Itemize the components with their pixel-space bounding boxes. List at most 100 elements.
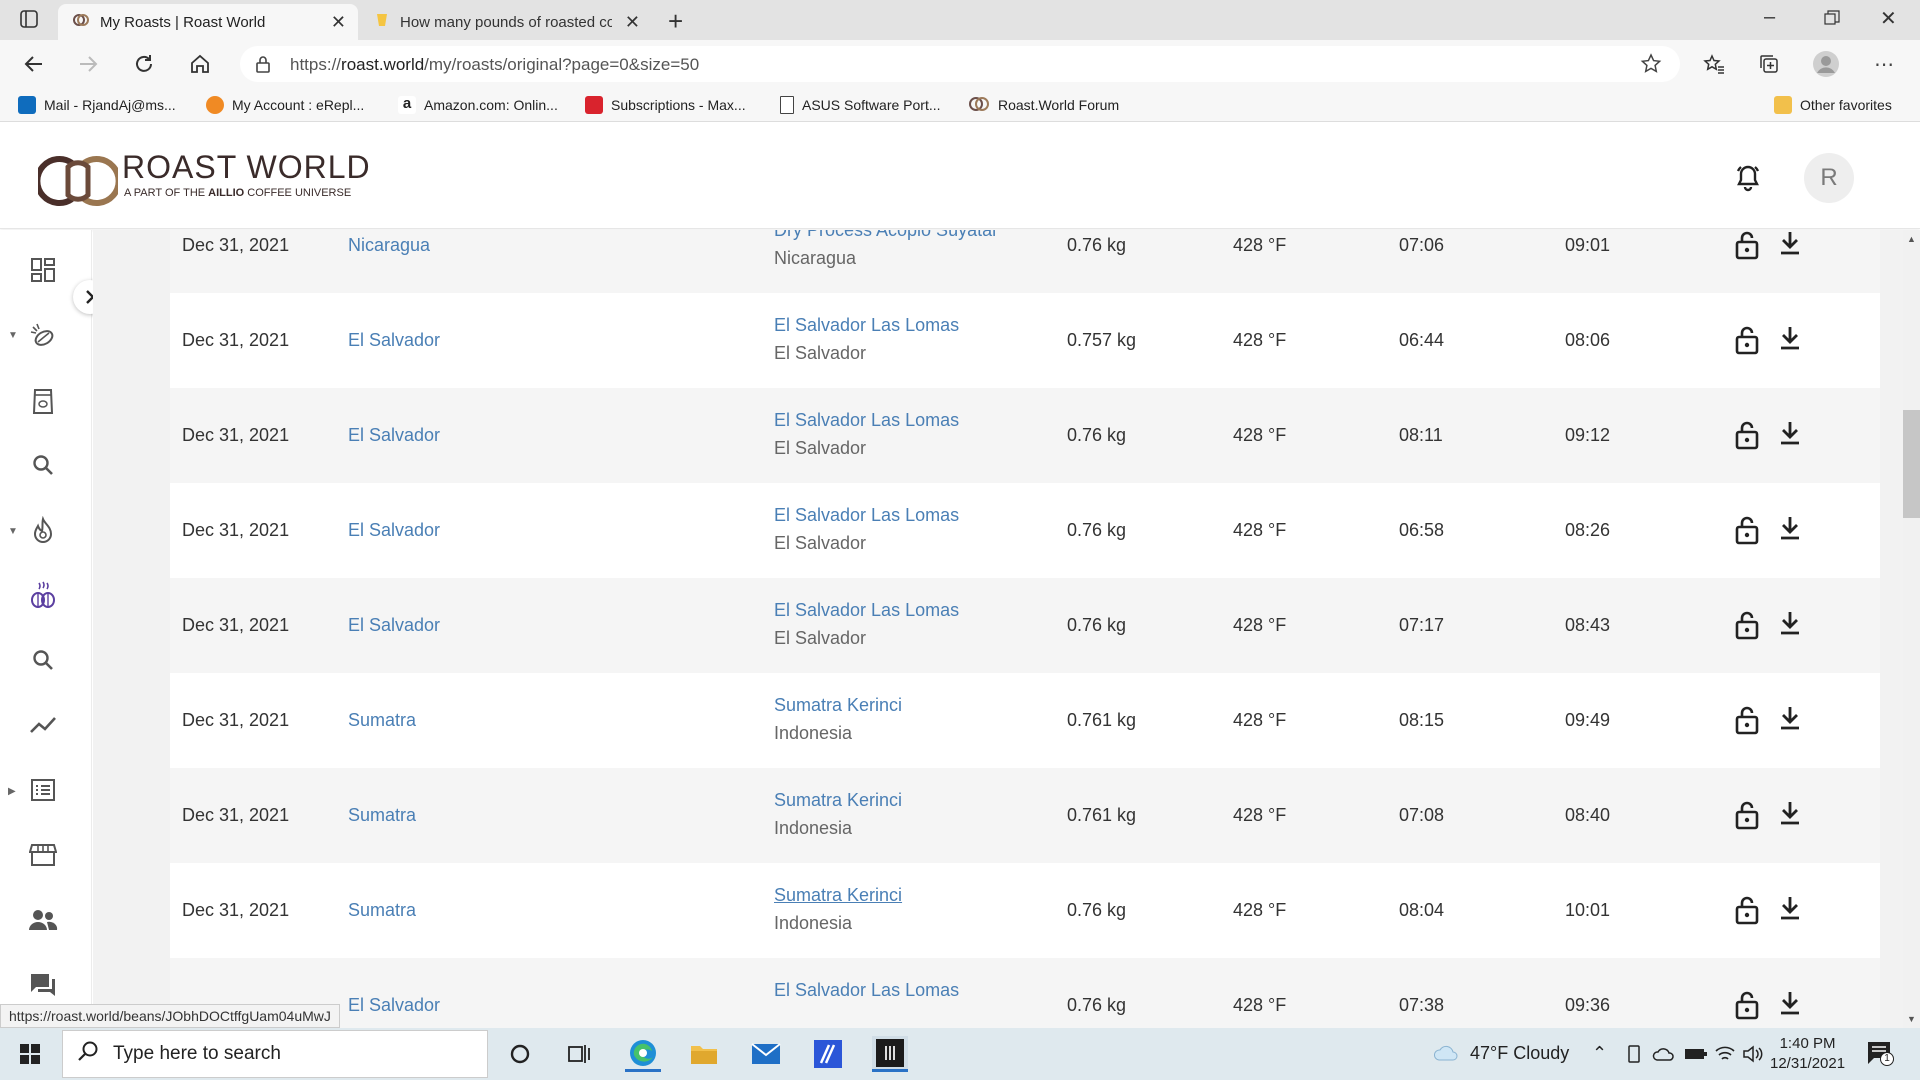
battery-icon[interactable] — [1684, 1046, 1708, 1067]
download-icon[interactable] — [1778, 325, 1804, 355]
weather-text[interactable]: 47°F Cloudy — [1470, 1043, 1569, 1064]
notifications-bell-icon[interactable] — [1734, 163, 1762, 198]
roasts-flame-icon[interactable] — [28, 515, 58, 545]
close-window-icon[interactable]: ✕ — [1880, 6, 1897, 31]
unlock-icon[interactable] — [1735, 990, 1761, 1020]
download-icon[interactable] — [1778, 705, 1804, 735]
table-row[interactable]: Dec 31, 2021 Sumatra Sumatra Kerinci Ind… — [170, 863, 1880, 958]
favorite-asus[interactable]: ASUS Software Port... — [780, 94, 941, 116]
back-icon[interactable] — [20, 50, 48, 78]
unlock-icon[interactable] — [1735, 800, 1761, 830]
unlock-icon[interactable] — [1735, 610, 1761, 640]
taskbar-clock[interactable]: 1:40 PM 12/31/2021 — [1770, 1034, 1845, 1074]
download-icon[interactable] — [1778, 420, 1804, 450]
close-tab-icon[interactable]: ✕ — [625, 12, 640, 33]
table-row[interactable]: Dec 31, 2021 Sumatra Sumatra Kerinci Ind… — [170, 673, 1880, 768]
roast-name-link[interactable]: Sumatra — [348, 900, 416, 921]
roast-name-link[interactable]: Sumatra — [348, 805, 416, 826]
weather-cloudy-icon[interactable] — [1432, 1042, 1460, 1069]
notifications-icon[interactable]: 1 — [1866, 1040, 1894, 1071]
file-explorer-icon[interactable] — [686, 1036, 722, 1072]
expand-section-icon[interactable]: ▶ — [8, 786, 16, 797]
download-icon[interactable] — [1778, 610, 1804, 640]
add-favorite-icon[interactable] — [1640, 53, 1662, 80]
download-icon[interactable] — [1778, 230, 1804, 260]
bean-link[interactable]: El Salvador Las Lomas — [774, 600, 959, 621]
table-row[interactable]: El Salvador El Salvador Las Lomas 0.76 k… — [170, 958, 1880, 1028]
favorite-amazon[interactable]: a Amazon.com: Onlin... — [398, 94, 558, 116]
roast-name-link[interactable]: Sumatra — [348, 710, 416, 731]
favorite-roast-world-forum[interactable]: Roast.World Forum — [968, 94, 1119, 116]
favorite-mail[interactable]: Mail - RjandAj@ms... — [18, 94, 176, 116]
collapse-section-icon[interactable]: ▼ — [8, 526, 18, 537]
favorites-icon[interactable] — [1700, 50, 1728, 78]
refresh-icon[interactable] — [130, 50, 158, 78]
roast-name-link[interactable]: El Salvador — [348, 330, 440, 351]
tab-how-many-pounds[interactable]: How many pounds of roasted co ✕ — [360, 4, 652, 40]
roast-name-link[interactable]: El Salvador — [348, 425, 440, 446]
store-icon[interactable] — [28, 840, 58, 870]
home-icon[interactable] — [186, 50, 214, 78]
new-tab-icon[interactable]: + — [668, 6, 683, 37]
list-icon[interactable] — [28, 775, 58, 805]
bean-link[interactable]: El Salvador Las Lomas — [774, 410, 959, 431]
mail-icon[interactable] — [748, 1036, 784, 1072]
bean-link[interactable]: Dry Process Acopio Suyatal — [774, 230, 996, 241]
bean-link[interactable]: El Salvador Las Lomas — [774, 315, 959, 336]
profile-icon[interactable] — [1812, 50, 1840, 78]
table-row[interactable]: Dec 31, 2021 El Salvador El Salvador Las… — [170, 293, 1880, 388]
table-row[interactable]: Dec 31, 2021 Sumatra Sumatra Kerinci Ind… — [170, 768, 1880, 863]
tab-actions-icon[interactable] — [18, 8, 40, 30]
community-people-icon[interactable] — [28, 905, 58, 935]
roast-name-link[interactable]: El Salvador — [348, 615, 440, 636]
bean-link[interactable]: Sumatra Kerinci — [774, 885, 902, 906]
collapse-section-icon[interactable]: ▼ — [8, 330, 18, 341]
scrollbar-thumb[interactable] — [1903, 410, 1920, 518]
search-roasts-icon[interactable] — [28, 645, 58, 675]
download-icon[interactable] — [1778, 515, 1804, 545]
table-row[interactable]: Dec 31, 2021 El Salvador El Salvador Las… — [170, 483, 1880, 578]
restore-icon[interactable] — [1824, 10, 1840, 31]
roast-name-link[interactable]: El Salvador — [348, 995, 440, 1016]
download-icon[interactable] — [1778, 800, 1804, 830]
tray-device-icon[interactable] — [1626, 1044, 1642, 1069]
my-roasts-icon[interactable] — [28, 580, 58, 610]
lock-icon[interactable] — [254, 54, 272, 79]
inventory-bag-icon[interactable] — [28, 385, 58, 415]
forum-chat-icon[interactable] — [28, 970, 58, 1000]
bean-link[interactable]: El Salvador Las Lomas — [774, 505, 959, 526]
table-row[interactable]: Dec 31, 2021 El Salvador El Salvador Las… — [170, 578, 1880, 673]
scroll-down-icon[interactable]: ▼ — [1907, 1014, 1916, 1024]
favorite-my-account[interactable]: My Account : eRepl... — [206, 94, 364, 116]
volume-icon[interactable] — [1742, 1045, 1764, 1068]
show-hidden-icons-icon[interactable]: ⌃ — [1592, 1043, 1607, 1064]
roast-app-icon[interactable] — [872, 1036, 908, 1072]
collections-icon[interactable] — [1755, 50, 1783, 78]
analytics-trend-icon[interactable] — [28, 710, 58, 740]
tab-my-roasts[interactable]: My Roasts | Roast World ✕ — [58, 4, 358, 40]
search-beans-icon[interactable] — [28, 450, 58, 480]
unlock-icon[interactable] — [1735, 895, 1761, 925]
user-avatar[interactable]: R — [1804, 153, 1854, 203]
minimize-icon[interactable]: – — [1764, 6, 1775, 29]
bean-link[interactable]: El Salvador Las Lomas — [774, 980, 959, 1001]
wifi-icon[interactable] — [1714, 1045, 1736, 1068]
table-row[interactable]: Dec 31, 2021 Nicaragua Dry Process Acopi… — [170, 230, 1880, 293]
unlock-icon[interactable] — [1735, 515, 1761, 545]
download-icon[interactable] — [1778, 895, 1804, 925]
dashboard-icon[interactable] — [28, 255, 58, 285]
close-tab-icon[interactable]: ✕ — [331, 12, 346, 33]
bean-link[interactable]: Sumatra Kerinci — [774, 695, 902, 716]
cortana-icon[interactable] — [502, 1036, 538, 1072]
unlock-icon[interactable] — [1735, 420, 1761, 450]
taskbar-search-input[interactable]: Type here to search — [62, 1030, 488, 1078]
other-favorites[interactable]: Other favorites — [1774, 94, 1892, 116]
roast-name-link[interactable]: El Salvador — [348, 520, 440, 541]
table-row[interactable]: Dec 31, 2021 El Salvador El Salvador Las… — [170, 388, 1880, 483]
app-icon[interactable] — [810, 1036, 846, 1072]
forward-icon[interactable] — [74, 50, 102, 78]
windows-start-icon[interactable] — [12, 1036, 48, 1072]
roast-name-link[interactable]: Nicaragua — [348, 235, 430, 256]
beans-icon[interactable] — [28, 320, 58, 350]
vertical-scrollbar[interactable]: ▲ ▼ — [1903, 230, 1920, 1028]
